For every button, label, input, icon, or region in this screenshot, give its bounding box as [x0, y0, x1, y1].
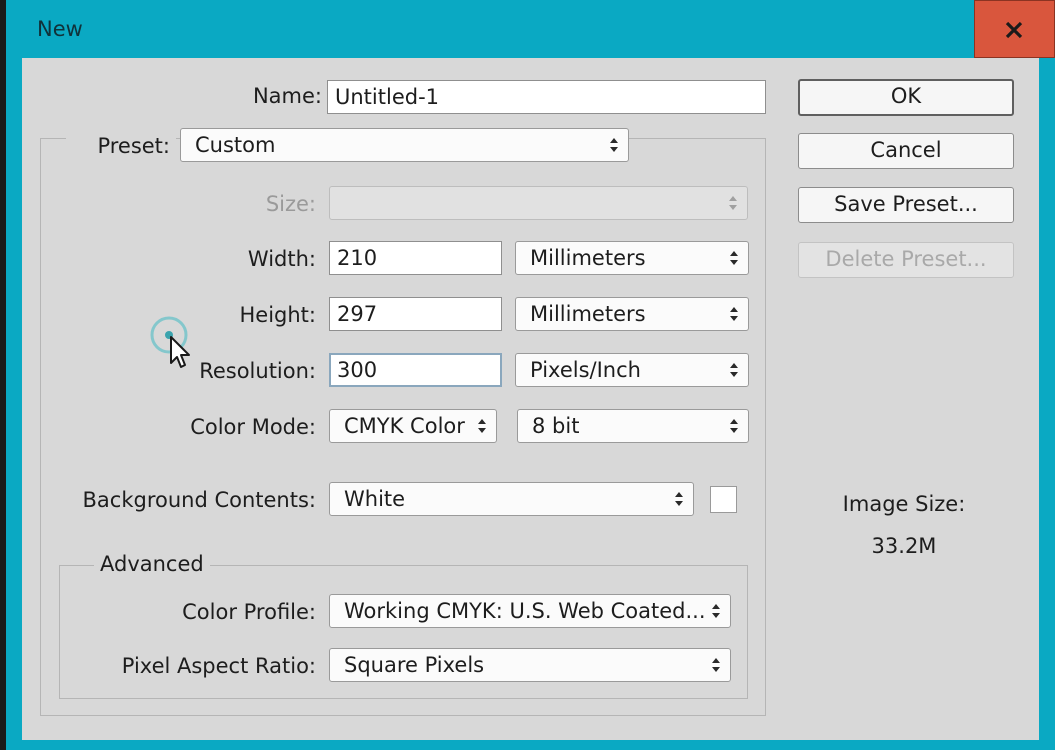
advanced-group-title: Advanced: [94, 552, 210, 576]
save-preset-button[interactable]: Save Preset...: [798, 187, 1014, 223]
chevron-up-down-icon: [729, 196, 737, 210]
chevron-up-down-icon: [610, 138, 618, 152]
bit-depth-value: 8 bit: [532, 414, 580, 438]
height-input[interactable]: 297: [329, 297, 502, 331]
height-label: Height:: [239, 303, 317, 327]
pixel-aspect-ratio-value: Square Pixels: [344, 653, 485, 677]
name-input[interactable]: Untitled-1: [327, 80, 766, 114]
title-bar[interactable]: New: [6, 0, 1055, 58]
background-contents-label: Background Contents:: [82, 488, 317, 512]
bit-depth-select[interactable]: 8 bit: [517, 409, 749, 443]
resolution-unit-value: Pixels/Inch: [530, 358, 641, 382]
width-unit-value: Millimeters: [530, 246, 646, 270]
chevron-up-down-icon: [730, 363, 738, 377]
cancel-button[interactable]: Cancel: [798, 133, 1014, 169]
chevron-up-down-icon: [675, 492, 683, 506]
resolution-input[interactable]: 300: [329, 353, 502, 387]
pixel-aspect-ratio-select[interactable]: Square Pixels: [329, 648, 731, 682]
color-mode-label: Color Mode:: [190, 415, 316, 439]
color-mode-value: CMYK Color: [344, 414, 465, 438]
size-label: Size:: [265, 192, 316, 216]
size-select: [329, 186, 748, 220]
close-button[interactable]: [974, 0, 1055, 58]
chevron-up-down-icon: [730, 419, 738, 433]
delete-preset-button: Delete Preset...: [798, 242, 1014, 278]
color-profile-select[interactable]: Working CMYK: U.S. Web Coated...: [329, 594, 731, 628]
preset-select[interactable]: Custom: [180, 128, 629, 162]
dialog-title: New: [37, 17, 83, 41]
chevron-up-down-icon: [712, 604, 720, 618]
chevron-up-down-icon: [712, 658, 720, 672]
pixel-aspect-ratio-label: Pixel Aspect Ratio:: [121, 654, 316, 678]
resolution-unit-select[interactable]: Pixels/Inch: [515, 353, 749, 387]
chevron-up-down-icon: [730, 307, 738, 321]
preset-value: Custom: [195, 133, 276, 157]
color-profile-value: Working CMYK: U.S. Web Coated...: [344, 599, 706, 623]
name-label: Name:: [252, 84, 322, 108]
chevron-up-down-icon: [730, 251, 738, 265]
dialog-body: Name: Untitled-1 Preset: Custom Size: Wi…: [22, 58, 1039, 740]
color-mode-select[interactable]: CMYK Color: [329, 409, 497, 443]
close-icon: [1005, 21, 1023, 39]
width-label: Width:: [247, 247, 316, 271]
new-document-dialog: New Name: Untitled-1 Preset: Custom Size…: [6, 0, 1055, 750]
width-input[interactable]: 210: [329, 241, 502, 275]
width-unit-select[interactable]: Millimeters: [515, 241, 749, 275]
preset-label: Preset:: [66, 134, 176, 158]
image-size-value: 33.2M: [871, 534, 937, 558]
background-contents-value: White: [344, 487, 406, 511]
height-unit-value: Millimeters: [530, 302, 646, 326]
image-size-label: Image Size:: [842, 492, 966, 516]
chevron-up-down-icon: [478, 419, 486, 433]
background-color-swatch[interactable]: [710, 486, 737, 513]
color-profile-label: Color Profile:: [182, 600, 316, 624]
ok-button[interactable]: OK: [798, 79, 1014, 116]
background-contents-select[interactable]: White: [329, 482, 694, 516]
height-unit-select[interactable]: Millimeters: [515, 297, 749, 331]
mouse-cursor-icon: [150, 316, 190, 368]
